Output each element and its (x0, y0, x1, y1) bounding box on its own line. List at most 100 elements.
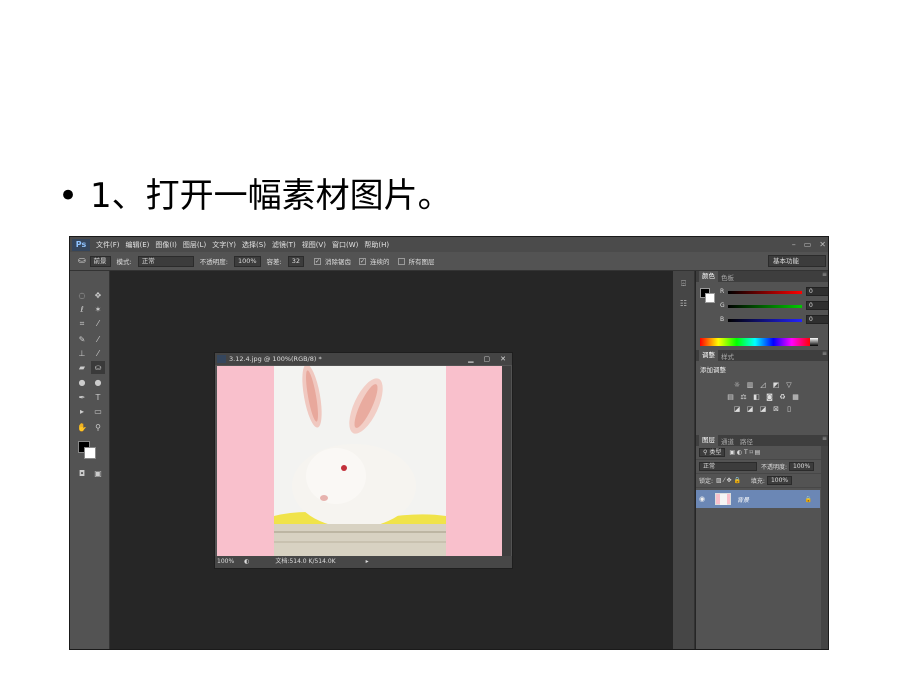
color-balance-icon[interactable]: ⚖ (739, 393, 748, 401)
crop-tool-icon[interactable]: ⌗ (75, 317, 89, 330)
menu-window[interactable]: 窗口(W) (332, 240, 358, 250)
contiguous-checkbox[interactable]: ✓ (359, 257, 367, 265)
kind-filter-select[interactable]: ⚲ 类型 (699, 448, 726, 457)
shape-tool-icon[interactable]: ▭ (91, 405, 105, 418)
tab-paths[interactable]: 路径 (737, 436, 756, 446)
brush-tool-icon[interactable]: ⁄ (91, 333, 105, 346)
color-lookup-icon[interactable]: ▦ (791, 393, 800, 401)
menu-select[interactable]: 选择(S) (242, 240, 266, 250)
exposure-icon[interactable]: ◩ (772, 381, 781, 389)
blue-bar[interactable] (728, 319, 802, 322)
tolerance-input[interactable]: 32 (287, 255, 305, 267)
quick-mask-icon[interactable]: ◘ (75, 467, 89, 480)
stamp-tool-icon[interactable]: ⊥ (75, 347, 89, 360)
screen-mode-icon[interactable]: ▣ (91, 467, 105, 480)
bw-ramp[interactable] (810, 338, 818, 346)
paint-bucket-tool-icon[interactable]: ⛀ (91, 361, 105, 374)
doc-minimize-icon[interactable]: ▁ (468, 353, 473, 365)
properties-panel-icon[interactable]: ☷ (677, 299, 691, 311)
marquee-tool-icon[interactable]: ◌ (75, 289, 89, 302)
panel-menu-icon[interactable]: ≡ (822, 271, 827, 278)
menu-help[interactable]: 帮助(H) (364, 240, 389, 250)
vibrance-icon[interactable]: ▽ (785, 381, 794, 389)
close-icon[interactable]: ✕ (819, 237, 826, 252)
gradient-map-icon[interactable]: ▯ (785, 405, 794, 413)
panel-menu-icon[interactable]: ≡ (822, 350, 827, 357)
antialias-checkbox[interactable]: ✓ (314, 257, 322, 265)
history-brush-tool-icon[interactable]: ⁄ (91, 347, 105, 360)
blue-slider[interactable]: B 0 (720, 315, 828, 325)
red-slider[interactable]: R 0 (720, 287, 828, 297)
menu-type[interactable]: 文字(Y) (212, 240, 236, 250)
selective-color-icon[interactable]: ⊠ (772, 405, 781, 413)
zoom-level[interactable]: 100% (217, 556, 234, 568)
blur-tool-icon[interactable]: ● (75, 376, 89, 389)
channel-mixer-icon[interactable]: ♻ (778, 393, 787, 401)
layer-name[interactable]: 背景 (737, 495, 749, 504)
eraser-tool-icon[interactable]: ▰ (75, 361, 89, 374)
doc-maximize-icon[interactable]: ▢ (484, 353, 491, 365)
invert-icon[interactable]: ◪ (733, 405, 742, 413)
status-info-icon[interactable]: ◐ (244, 556, 249, 568)
path-select-tool-icon[interactable]: ▸ (75, 405, 89, 418)
lock-icons[interactable]: ▨ ⁄ ✥ 🔒 (716, 477, 741, 484)
workspace-select[interactable]: 基本功能 (768, 255, 826, 267)
history-panel-icon[interactable]: ⌹ (677, 279, 691, 291)
menu-view[interactable]: 视图(V) (302, 240, 326, 250)
type-tool-icon[interactable]: T (91, 391, 105, 404)
black-white-icon[interactable]: ◧ (752, 393, 761, 401)
doc-close-icon[interactable]: ✕ (500, 353, 506, 365)
layers-scrollbar[interactable] (821, 446, 828, 649)
green-bar[interactable] (728, 305, 802, 308)
tab-channels[interactable]: 通道 (718, 436, 737, 446)
all-layers-checkbox[interactable] (397, 257, 405, 265)
tab-color[interactable]: 颜色 (699, 271, 718, 282)
green-slider[interactable]: G 0 (720, 301, 828, 311)
tab-layers[interactable]: 图层 (699, 435, 718, 446)
brightness-icon[interactable]: ☼ (733, 381, 742, 389)
fill-source-select[interactable]: 前景 (89, 255, 111, 267)
document-title-bar[interactable]: 3.12.4.jpg @ 100%(RGB/8) * ▁ ▢ ✕ (215, 353, 512, 365)
color-spectrum[interactable] (700, 338, 810, 346)
zoom-tool-icon[interactable]: ⚲ (91, 421, 105, 434)
layer-row-background[interactable]: ◉ 背景 🔒 (696, 490, 820, 508)
eyedropper-tool-icon[interactable]: ⁄ (91, 317, 105, 330)
menu-image[interactable]: 图像(I) (155, 240, 177, 250)
paint-bucket-icon[interactable]: ⛀ (78, 256, 86, 266)
photo-filter-icon[interactable]: ◙ (765, 393, 774, 401)
blend-mode-select[interactable]: 正常 (699, 462, 757, 471)
healing-brush-tool-icon[interactable]: ✎ (75, 333, 89, 346)
document-canvas[interactable] (217, 366, 502, 556)
document-scrollbar[interactable] (502, 366, 511, 556)
lasso-tool-icon[interactable]: ℓ (75, 303, 89, 316)
red-value[interactable]: 0 (806, 287, 828, 296)
levels-icon[interactable]: ▥ (746, 381, 755, 389)
eye-icon[interactable]: ◉ (699, 495, 709, 503)
restore-icon[interactable]: ▭ (804, 237, 812, 252)
posterize-icon[interactable]: ◪ (746, 405, 755, 413)
green-value[interactable]: 0 (806, 301, 828, 310)
move-tool-icon[interactable]: ✥ (91, 289, 105, 302)
filter-icons[interactable]: ▣ ◐ T ⌑ ▤ (729, 449, 760, 456)
background-color-swatch[interactable] (84, 447, 96, 459)
fill-input[interactable]: 100% (766, 476, 793, 485)
dodge-tool-icon[interactable]: ● (91, 376, 105, 389)
minimize-icon[interactable]: – (792, 237, 796, 252)
tab-adjustments[interactable]: 调整 (699, 350, 718, 361)
blue-value[interactable]: 0 (806, 315, 828, 324)
pen-tool-icon[interactable]: ✒ (75, 391, 89, 404)
opacity-input[interactable]: 100% (233, 255, 261, 267)
hand-tool-icon[interactable]: ✋ (75, 421, 89, 434)
mode-select[interactable]: 正常 (137, 255, 194, 267)
menu-filter[interactable]: 滤镜(T) (272, 240, 296, 250)
red-bar[interactable] (728, 291, 802, 294)
threshold-icon[interactable]: ◪ (759, 405, 768, 413)
menu-layer[interactable]: 图层(L) (183, 240, 206, 250)
magic-wand-tool-icon[interactable]: ✶ (91, 303, 105, 316)
menu-file[interactable]: 文件(F) (96, 240, 120, 250)
color-bg-swatch[interactable] (705, 293, 715, 303)
curves-icon[interactable]: ◿ (759, 381, 768, 389)
layer-opacity-input[interactable]: 100% (789, 462, 815, 471)
hue-saturation-icon[interactable]: ▤ (726, 393, 735, 401)
status-arrow-icon[interactable]: ▸ (366, 556, 369, 568)
